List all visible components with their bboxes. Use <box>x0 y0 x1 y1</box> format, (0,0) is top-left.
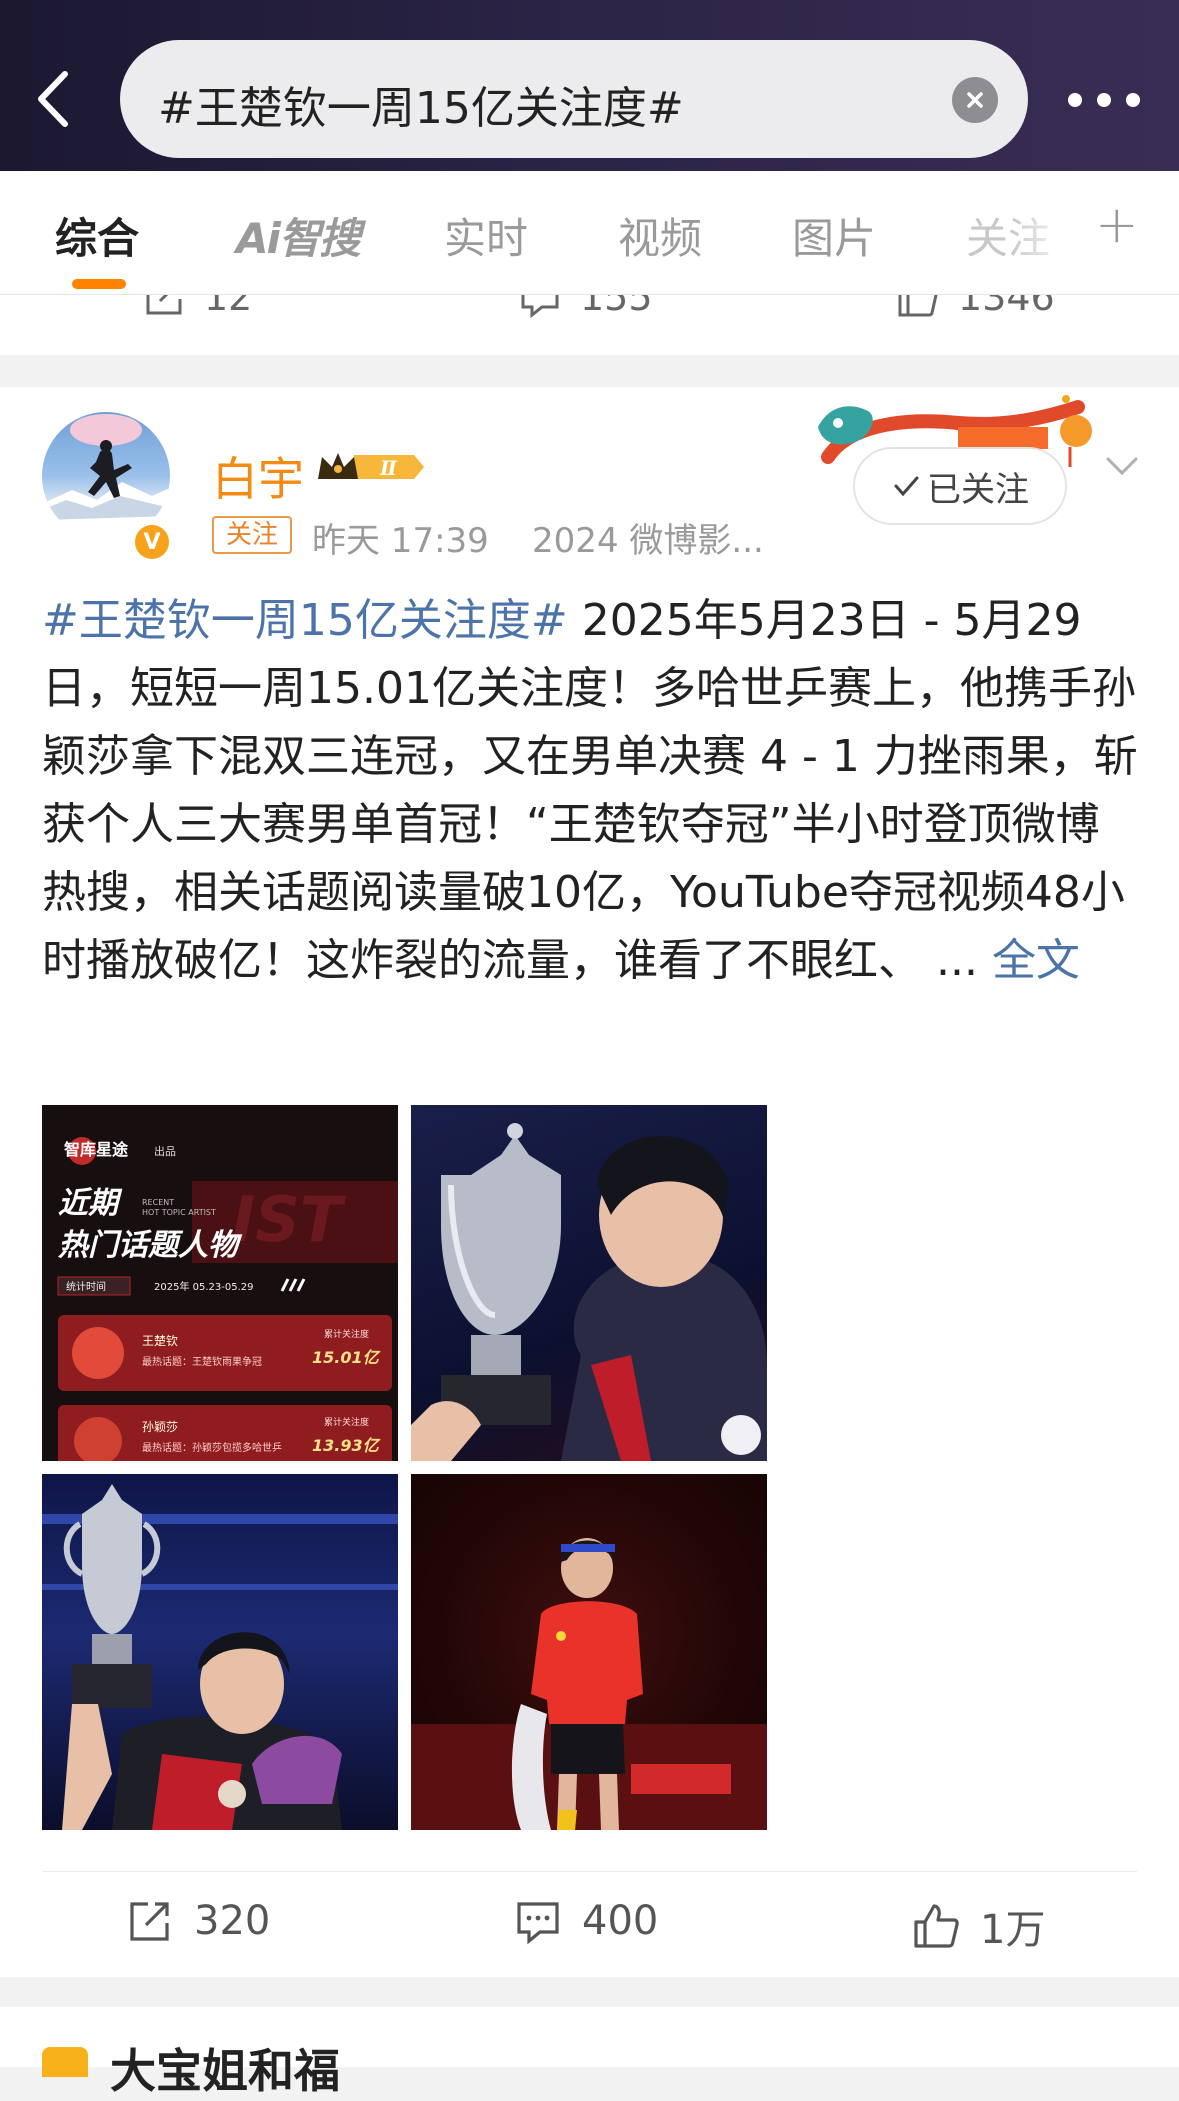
repost-icon <box>146 295 182 315</box>
chevron-down-icon[interactable] <box>1100 447 1144 487</box>
search-input[interactable]: #王楚钦一周15亿关注度# <box>158 72 684 136</box>
follow-tag: 关注 <box>212 516 292 554</box>
previous-post-actions: 12 155 1346 <box>0 295 1179 355</box>
plus-icon[interactable]: + <box>1095 195 1139 255</box>
comment-action[interactable]: 155 <box>518 295 653 319</box>
post-meta: 昨天 17:39 2024 微博影... <box>312 513 764 562</box>
next-post-username[interactable]: 大宝姐和福 <box>110 2035 340 2101</box>
actions-divider <box>42 1871 1137 1872</box>
full-text-link[interactable]: 全文 <box>992 935 1080 986</box>
next-post-card: 大宝姐和福 <box>0 2007 1179 2098</box>
like-action[interactable]: 1万 <box>912 1897 1045 1955</box>
top-bar: #王楚钦一周15亿关注度# <box>0 0 1179 171</box>
repost-count: 320 <box>194 1898 271 1944</box>
infographic-image: IST 智库星途 出品 RECENT HOT TOPIC ARTIST 近期 热… <box>42 1105 398 1461</box>
next-post-avatar[interactable] <box>42 2047 88 2077</box>
comment-count: 155 <box>580 295 653 319</box>
verified-badge-icon: V <box>132 522 172 562</box>
tab-realtime[interactable]: 实时 <box>444 205 528 266</box>
crown-icon: Ⅱ <box>318 453 424 480</box>
post-image-4[interactable] <box>411 1474 767 1830</box>
infographic-row1-topic: 最热话题：王楚钦雨果争冠 <box>142 1355 262 1368</box>
comment-icon <box>521 295 559 319</box>
clear-button[interactable] <box>952 77 998 123</box>
infographic-row2-topic: 最热话题：孙颖莎包揽多哈世乒 <box>142 1441 282 1454</box>
comment-icon <box>517 1902 559 1945</box>
vip-badge: Ⅱ <box>314 445 426 489</box>
post-time: 昨天 17:39 <box>312 521 489 561</box>
tab-images[interactable]: 图片 <box>792 205 876 266</box>
infographic-subtitle-en1: RECENT <box>142 1198 174 1207</box>
repost-count: 12 <box>204 295 253 319</box>
comment-action[interactable]: 400 <box>514 1897 658 1945</box>
infographic-title-1: 近期 <box>58 1186 123 1221</box>
post-card: V 白宇 Ⅱ 关注 昨天 17:39 2024 微博影... 已关注 #王楚钦一… <box>0 387 1179 1977</box>
infographic-subtitle-en2: HOT TOPIC ARTIST <box>142 1208 216 1217</box>
infographic-title-2: 热门话题人物 <box>57 1228 243 1263</box>
infographic-row1-name: 王楚钦 <box>142 1334 178 1348</box>
clear-icon <box>967 92 983 108</box>
infographic-period-label: 统计时间 <box>66 1280 106 1293</box>
infographic-brand-suffix: 出品 <box>154 1144 176 1158</box>
repost-icon <box>130 1902 169 1941</box>
trophy-photo <box>411 1123 767 1461</box>
like-icon <box>914 1904 959 1948</box>
vip-level: Ⅱ <box>379 456 398 480</box>
post-image-2[interactable] <box>411 1105 767 1461</box>
tab-fade <box>1010 171 1090 294</box>
post-image-3[interactable] <box>42 1474 398 1830</box>
tab-video[interactable]: 视频 <box>618 205 702 266</box>
comment-count: 400 <box>582 1898 659 1944</box>
like-count: 1万 <box>980 1907 1046 1953</box>
infographic-row2-metric: 13.93亿 <box>312 1436 382 1455</box>
post-source: 2024 微博影... <box>532 521 764 561</box>
like-icon <box>898 295 938 317</box>
post-content: #王楚钦一周15亿关注度# 2025年5月23日 - 5月29日，短短一周15.… <box>42 587 1142 995</box>
infographic-period-value: 2025年 05.23-05.29 <box>154 1280 254 1293</box>
more-dots-icon[interactable] <box>1068 82 1140 118</box>
avatar-image <box>42 414 170 540</box>
topic-link[interactable]: #王楚钦一周15亿关注度# <box>42 595 568 646</box>
post-image-1[interactable]: IST 智库星途 出品 RECENT HOT TOPIC ARTIST 近期 热… <box>42 1105 398 1461</box>
infographic-row1-metric: 15.01亿 <box>312 1348 382 1367</box>
followed-label: 已关注 <box>927 469 1029 510</box>
tab-underline <box>72 279 126 289</box>
followed-button[interactable]: 已关注 <box>853 447 1067 525</box>
like-action[interactable]: 1346 <box>896 295 1055 319</box>
post-body: 2025年5月23日 - 5月29日，短短一周15.01亿关注度！多哈世乒赛上，… <box>42 595 1138 986</box>
celebration-photo <box>42 1484 398 1830</box>
repost-action[interactable]: 12 <box>142 295 252 319</box>
username[interactable]: 白宇 <box>212 443 304 509</box>
infographic-row1-metric-label: 累计关注度 <box>324 1328 369 1340</box>
repost-action[interactable]: 320 <box>126 1897 270 1945</box>
like-count: 1346 <box>958 295 1055 319</box>
infographic-row2-metric-label: 累计关注度 <box>324 1416 369 1428</box>
avatar[interactable] <box>42 412 170 540</box>
check-icon <box>894 476 919 497</box>
infographic-row2-name: 孙颖莎 <box>142 1420 178 1434</box>
tab-综合[interactable]: 综合 <box>55 205 139 266</box>
tab-bar: 综合 Ai智搜 实时 视频 图片 关注 + <box>0 171 1179 295</box>
svg-text:IST: IST <box>232 1183 347 1256</box>
back-button[interactable] <box>28 62 78 136</box>
search-bar[interactable]: #王楚钦一周15亿关注度# <box>120 40 1028 158</box>
chevron-left-icon <box>38 71 68 127</box>
infographic-brand: 智库星途 <box>64 1140 129 1159</box>
player-photo <box>411 1474 767 1830</box>
tab-ai-search[interactable]: Ai智搜 <box>236 205 361 266</box>
